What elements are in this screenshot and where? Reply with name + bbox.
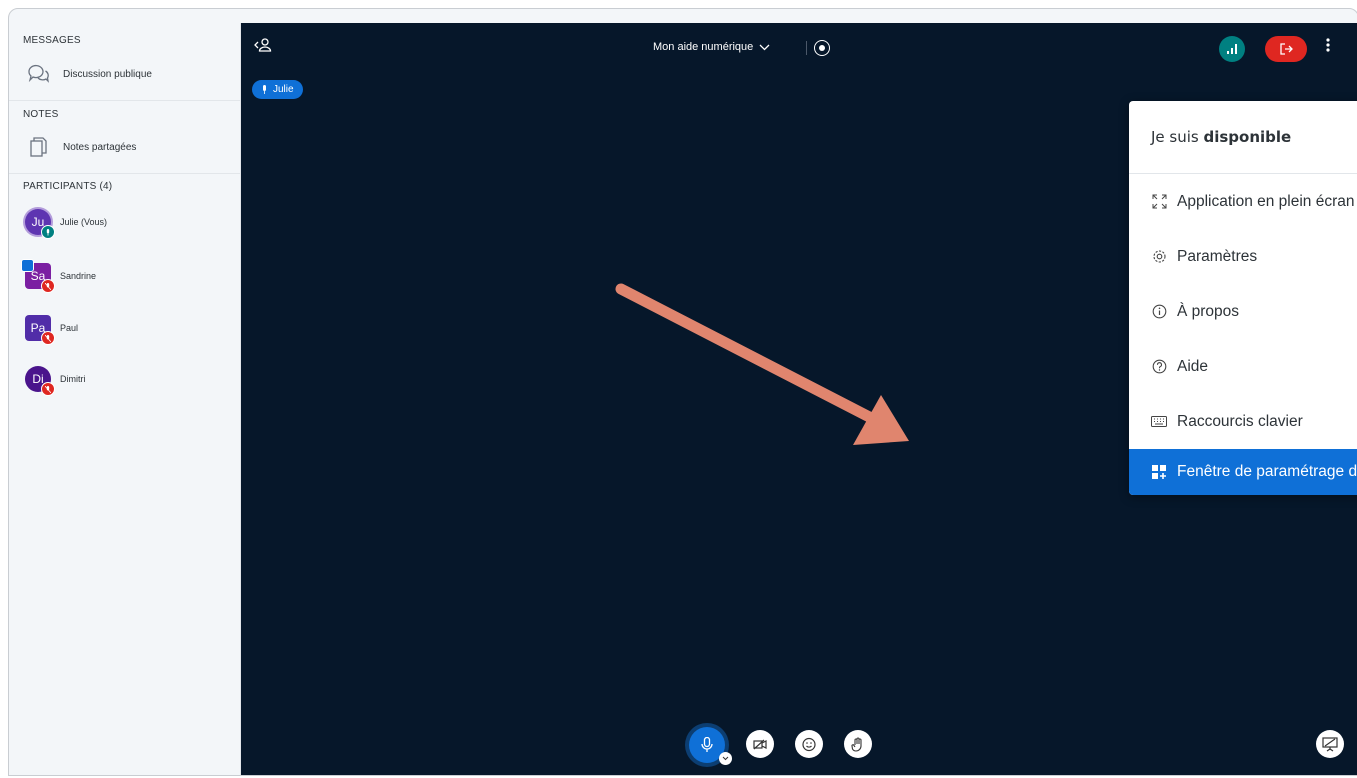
participant-name: Sandrine: [60, 271, 97, 281]
public-chat-label: Discussion publique: [63, 68, 152, 80]
main-area: Julie Mon aide numérique Je suis disponi…: [241, 23, 1357, 775]
avatar: Ju: [25, 209, 55, 239]
presenter-icon: [21, 259, 34, 272]
participant-paul[interactable]: Pa Paul: [25, 315, 79, 345]
divider: [9, 173, 240, 174]
mic-muted-icon: [41, 279, 55, 293]
connection-status-button[interactable]: [1219, 36, 1245, 62]
signal-bars-icon: [1227, 44, 1237, 54]
toggle-userlist-button[interactable]: [254, 37, 272, 56]
participant-name: Paul: [60, 323, 79, 333]
availability-label: Je suis disponible: [1151, 128, 1291, 146]
participant-julie[interactable]: Ju Julie (Vous): [25, 209, 108, 239]
participant-name: Dimitri: [60, 374, 86, 384]
talking-indicator: Julie: [252, 80, 303, 99]
options-dropdown-menu: Je suis disponible Application en plein …: [1129, 101, 1357, 495]
menu-item-label: Paramètres: [1177, 247, 1258, 265]
microphone-icon: [701, 737, 713, 752]
record-icon: [819, 45, 825, 51]
avatar: Di: [25, 366, 55, 396]
fullscreen-icon: [1151, 194, 1167, 209]
more-options-button[interactable]: [1326, 37, 1330, 60]
raise-hand-button[interactable]: [844, 730, 872, 758]
reactions-button[interactable]: [795, 730, 823, 758]
notes-section-title: NOTES: [23, 109, 59, 120]
sidebar: MESSAGES Discussion publique NOTES Notes…: [9, 23, 241, 775]
mic-muted-icon: [41, 331, 55, 345]
settings-gear-icon: [1151, 249, 1167, 264]
participant-dimitri[interactable]: Di Dimitri: [25, 366, 86, 396]
title-separator: [806, 41, 807, 55]
chevron-down-icon: [759, 44, 770, 50]
info-icon: [1151, 304, 1167, 319]
leave-meeting-button[interactable]: [1265, 36, 1307, 62]
public-chat-item[interactable]: Discussion publique: [27, 63, 152, 85]
menu-item-label: Aide: [1177, 357, 1209, 375]
mic-icon: [263, 85, 266, 94]
avatar: Sa: [21, 259, 55, 293]
meeting-title-text: Mon aide numérique: [653, 41, 754, 53]
menu-item-about[interactable]: À propos: [1129, 285, 1357, 338]
shared-notes-item[interactable]: Notes partagées: [27, 136, 136, 158]
participant-sandrine[interactable]: Sa Sandrine: [21, 259, 97, 293]
logout-icon: [1279, 43, 1293, 55]
avatar: Pa: [25, 315, 55, 345]
menu-item-help[interactable]: Aide: [1129, 340, 1357, 393]
menu-item-label: Raccourcis clavier: [1177, 412, 1303, 430]
divider: [9, 100, 240, 101]
shared-notes-label: Notes partagées: [63, 141, 137, 153]
menu-item-layout-settings[interactable]: Fenêtre de paramétrage de la mise en pag…: [1129, 449, 1357, 495]
help-icon: [1151, 359, 1167, 374]
messages-section-title: MESSAGES: [23, 35, 81, 46]
participants-section-title: PARTICIPANTS (4): [23, 181, 113, 192]
menu-item-fullscreen[interactable]: Application en plein écran: [1129, 175, 1357, 228]
video-off-icon: [753, 739, 767, 749]
menu-item-keyboard-shortcuts[interactable]: Raccourcis clavier: [1129, 395, 1357, 448]
camera-button[interactable]: [746, 730, 774, 758]
talker-name: Julie: [273, 84, 294, 95]
menu-item-settings[interactable]: Paramètres: [1129, 230, 1357, 283]
availability-prefix: Je suis: [1151, 128, 1204, 146]
chevron-down-icon: [722, 756, 729, 761]
keyboard-icon: [1151, 416, 1167, 427]
hand-icon: [851, 736, 862, 752]
document-icon: [27, 136, 49, 158]
layout-icon: [1151, 465, 1167, 479]
participant-name: Julie (Vous): [60, 217, 108, 227]
app-window: MESSAGES Discussion publique NOTES Notes…: [8, 8, 1357, 776]
user-list-icon: [254, 38, 272, 52]
availability-row: Je suis disponible: [1129, 101, 1357, 174]
meeting-title[interactable]: Mon aide numérique: [653, 41, 770, 53]
chat-bubbles-icon: [27, 63, 49, 85]
presentation-icon: [1322, 736, 1338, 751]
record-button[interactable]: [814, 40, 830, 56]
menu-item-label: Fenêtre de paramétrage de la mise en pag…: [1177, 463, 1357, 480]
mic-on-icon: [41, 225, 55, 239]
availability-status: disponible: [1203, 128, 1292, 146]
mic-muted-icon: [41, 382, 55, 396]
audio-options-button[interactable]: [719, 752, 732, 765]
menu-item-label: À propos: [1177, 302, 1240, 320]
more-vertical-icon: [1326, 38, 1330, 52]
menu-item-label: Application en plein écran: [1177, 192, 1355, 210]
presentation-button[interactable]: [1316, 730, 1344, 758]
emoji-icon: [802, 737, 816, 752]
